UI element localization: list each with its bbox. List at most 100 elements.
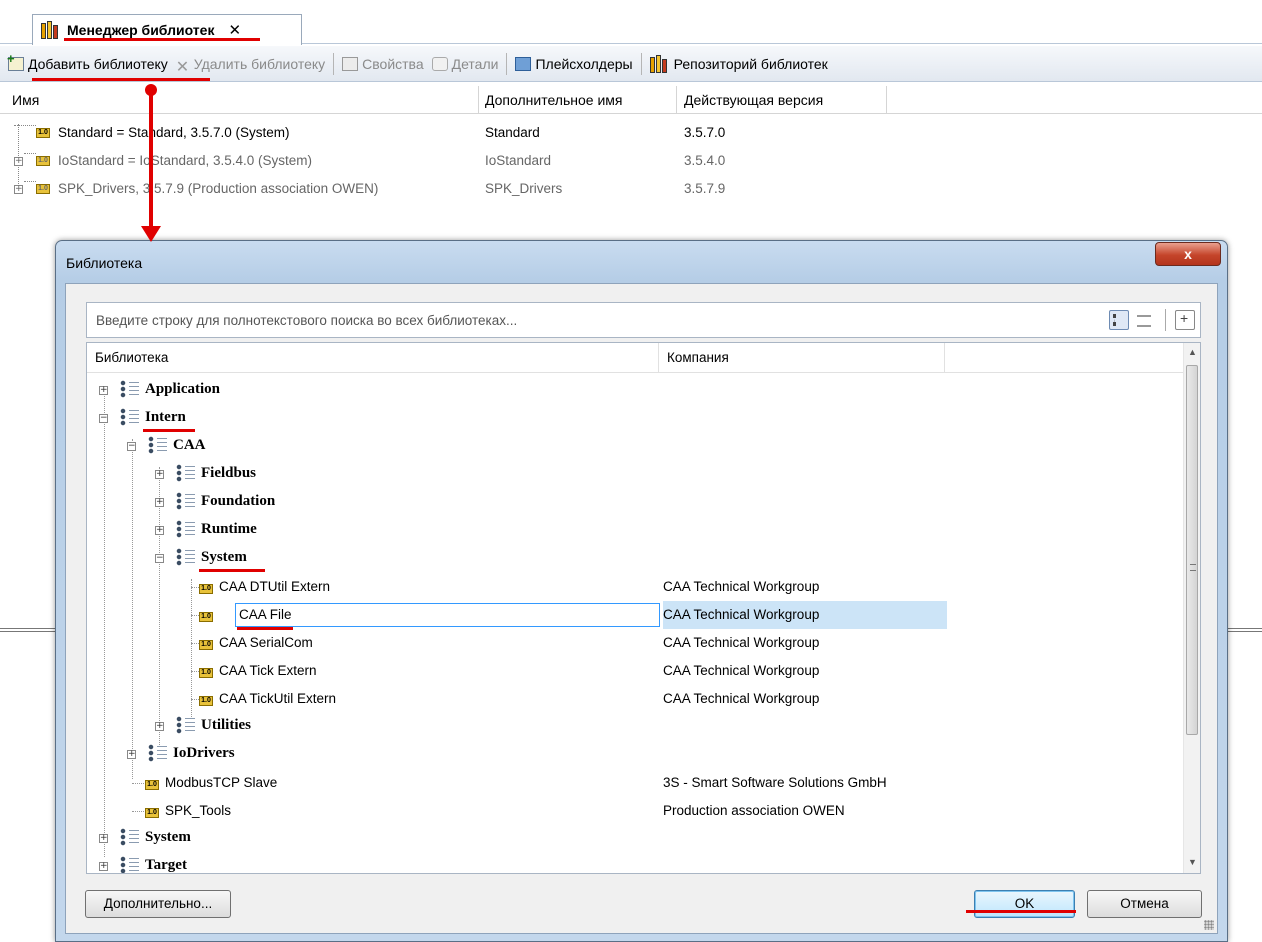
row-alt-name: Standard: [485, 125, 540, 140]
cancel-button[interactable]: Отмена: [1087, 890, 1202, 918]
library-category-icon: [147, 436, 167, 456]
library-category-icon: [119, 408, 139, 428]
column-name[interactable]: Имя: [12, 92, 39, 108]
tree-item-library[interactable]: 1.0 CAA SerialCom CAA Technical Workgrou…: [87, 629, 1184, 657]
annotation-underline-add: [32, 78, 210, 81]
library-repository-label: Репозиторий библиотек: [673, 55, 828, 72]
company-cell: Production association OWEN: [663, 803, 845, 818]
expand-icon[interactable]: +: [14, 157, 23, 166]
tree-item-fieldbus[interactable]: + Fieldbus: [87, 461, 1184, 489]
properties-icon: [342, 56, 359, 71]
collapse-icon[interactable]: −: [155, 554, 164, 563]
background-splitter: [0, 628, 55, 632]
tree-connector: [191, 615, 199, 616]
tree-item-iodrivers[interactable]: + IoDrivers: [87, 741, 1184, 769]
library-category-icon: [119, 380, 139, 400]
tree-item-system[interactable]: + System: [87, 825, 1184, 853]
expand-icon[interactable]: +: [127, 750, 136, 759]
expand-icon[interactable]: +: [14, 185, 23, 194]
row-name: IoStandard = IoStandard, 3.5.4.0 (System…: [58, 153, 313, 168]
company-cell: CAA Technical Workgroup: [663, 579, 820, 594]
tree-item-target[interactable]: + Target: [87, 853, 1184, 873]
column-alt-name[interactable]: Дополнительное имя: [485, 92, 622, 108]
tree-item-caa[interactable]: − CAA: [87, 433, 1184, 461]
company-cell: CAA Technical Workgroup: [663, 691, 820, 706]
tree-item-library[interactable]: 1.0 ModbusTCP Slave 3S - Smart Software …: [87, 769, 1184, 797]
tree-connector: [191, 587, 199, 588]
full-text-search-input[interactable]: [88, 304, 1083, 336]
tree-item-library-selected[interactable]: 1.0 CAA File CAA Technical Workgroup: [87, 601, 1184, 629]
library-dialog: Библиотека x Библиотека Компания +: [55, 240, 1228, 942]
dialog-title: Библиотека: [66, 255, 143, 271]
details-button[interactable]: Детали: [428, 56, 503, 72]
library-category-icon: [175, 464, 195, 484]
tree-item-runtime[interactable]: + Runtime: [87, 517, 1184, 545]
library-list-header: Имя Дополнительное имя Действующая верси…: [0, 86, 1262, 114]
library-repository-button[interactable]: Репозиторий библиотек: [646, 54, 832, 73]
tree-item-library[interactable]: 1.0 CAA TickUtil Extern CAA Technical Wo…: [87, 685, 1184, 713]
tree-item-application[interactable]: + Application: [87, 377, 1184, 405]
tree-item-foundation[interactable]: + Foundation: [87, 489, 1184, 517]
ok-button[interactable]: OK: [974, 890, 1075, 918]
scroll-grip-icon: [1190, 564, 1196, 571]
expand-icon[interactable]: +: [155, 498, 164, 507]
tree-item-library[interactable]: 1.0 CAA Tick Extern CAA Technical Workgr…: [87, 657, 1184, 685]
collapse-icon[interactable]: −: [127, 442, 136, 451]
scroll-up-icon[interactable]: ▲: [1188, 347, 1197, 357]
expand-icon[interactable]: +: [99, 386, 108, 395]
annotation-arrow-shaft: [149, 88, 153, 230]
annotation-underline-system: [199, 569, 265, 572]
company-cell: CAA Technical Workgroup: [663, 607, 820, 622]
remove-library-label: Удалить библиотеку: [193, 55, 326, 72]
tree-connector: [24, 181, 36, 182]
vertical-scrollbar[interactable]: ▲ ▼: [1183, 343, 1200, 873]
library-books-icon: [41, 21, 61, 39]
tab-title: Менеджер библиотек: [67, 22, 215, 38]
add-library-icon: [7, 51, 24, 71]
scroll-down-icon[interactable]: ▼: [1188, 857, 1197, 867]
column-library[interactable]: Библиотека: [95, 350, 168, 365]
company-cell: CAA Technical Workgroup: [663, 635, 820, 650]
annotation-arrow-head: [141, 226, 161, 242]
tree-item-utilities[interactable]: + Utilities: [87, 713, 1184, 741]
dialog-close-button[interactable]: x: [1155, 242, 1221, 266]
tab-close-icon[interactable]: ✕: [228, 21, 241, 39]
details-icon: [431, 56, 448, 71]
toolbar-separator: [1165, 309, 1166, 331]
remove-library-button[interactable]: ✕ Удалить библиотеку: [172, 55, 329, 76]
collapse-icon[interactable]: −: [99, 414, 108, 423]
scrollbar-thumb[interactable]: [1186, 365, 1198, 735]
tree-item-label: CAA SerialCom: [219, 635, 313, 650]
column-company[interactable]: Компания: [667, 350, 729, 365]
tree-item-intern[interactable]: − Intern: [87, 405, 1184, 433]
properties-button[interactable]: Свойства: [338, 56, 427, 72]
table-row[interactable]: + 1.0 SPK_Drivers, 3.5.7.9 (Production a…: [0, 178, 1262, 202]
library-tree-list: Библиотека Компания + Application − Inte…: [86, 342, 1201, 874]
company-cell: CAA Technical Workgroup: [663, 663, 820, 678]
column-version[interactable]: Действующая версия: [684, 92, 823, 108]
library-tree-header: Библиотека Компания: [87, 343, 1184, 373]
expand-icon[interactable]: +: [155, 722, 164, 731]
add-library-button[interactable]: Добавить библиотеку: [4, 51, 172, 72]
placeholders-label: Плейсхолдеры: [535, 55, 633, 72]
expand-icon[interactable]: +: [99, 862, 108, 871]
table-row[interactable]: + 1.0 IoStandard = IoStandard, 3.5.4.0 (…: [0, 150, 1262, 174]
expand-all-icon[interactable]: [1175, 310, 1195, 330]
expand-icon[interactable]: +: [155, 526, 164, 535]
library-manager-toolbar: Добавить библиотеку ✕ Удалить библиотеку…: [0, 46, 1262, 82]
advanced-button[interactable]: Дополнительно...: [85, 890, 231, 918]
library-category-icon: [119, 856, 139, 873]
expand-icon[interactable]: +: [99, 834, 108, 843]
resize-grip-icon[interactable]: [1204, 920, 1214, 930]
table-row[interactable]: 1.0 Standard = Standard, 3.5.7.0 (System…: [0, 122, 1262, 146]
flat-list-icon[interactable]: [1135, 310, 1155, 330]
placeholders-button[interactable]: Плейсхолдеры: [511, 56, 636, 72]
tree-item-library[interactable]: 1.0 CAA DTUtil Extern CAA Technical Work…: [87, 573, 1184, 601]
expand-icon[interactable]: +: [155, 470, 164, 479]
tree-item-library[interactable]: 1.0 SPK_Tools Production association OWE…: [87, 797, 1184, 825]
delete-icon: ✕: [175, 58, 190, 76]
company-cell: 3S - Smart Software Solutions GmbH: [663, 775, 887, 790]
add-library-label: Добавить библиотеку: [28, 55, 168, 72]
category-view-icon[interactable]: [1109, 310, 1129, 330]
tree-item-label: System: [145, 829, 191, 845]
